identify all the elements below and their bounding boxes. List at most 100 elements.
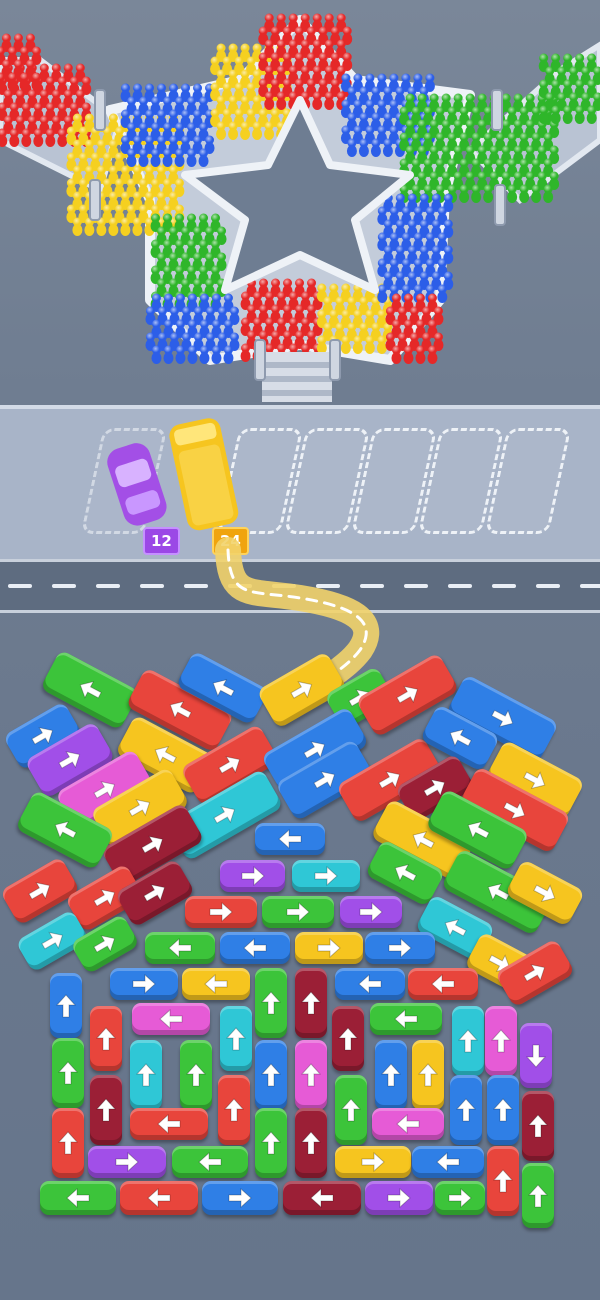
vehicle-blue[interactable]	[365, 932, 435, 964]
vehicle-cyan[interactable]	[130, 1040, 162, 1110]
vehicle-green[interactable]	[172, 1146, 248, 1178]
vehicle-yellow[interactable]	[335, 1146, 411, 1178]
vehicle-green[interactable]	[255, 1108, 287, 1178]
vehicle-red[interactable]	[185, 896, 257, 928]
vehicle-green[interactable]	[335, 1075, 367, 1145]
arrow-left-icon	[394, 863, 417, 882]
vehicle-red[interactable]	[487, 1146, 519, 1216]
arrow-up-icon	[300, 1131, 322, 1155]
person	[57, 128, 68, 147]
arrow-up-icon	[337, 1026, 359, 1050]
vehicle-green[interactable]	[262, 896, 334, 928]
vehicle-red[interactable]	[218, 1075, 250, 1145]
person	[403, 345, 414, 364]
person	[108, 217, 119, 236]
arrow-right-icon	[93, 934, 116, 953]
person	[223, 345, 234, 364]
person	[531, 184, 542, 203]
vehicle-red[interactable]	[90, 1006, 122, 1071]
vehicle-blue[interactable]	[220, 932, 290, 964]
person	[370, 138, 381, 157]
arrow-right-icon	[387, 1187, 411, 1209]
vehicle-yellow[interactable]	[295, 932, 363, 964]
vehicle-purple[interactable]	[340, 896, 402, 928]
vehicle-maroon[interactable]	[90, 1075, 122, 1145]
arrow-left-icon	[278, 828, 302, 850]
vehicle-blue[interactable]	[335, 968, 405, 1000]
arrow-left-icon	[394, 1008, 418, 1030]
vehicle-blue[interactable]	[202, 1181, 278, 1215]
vehicle-maroon[interactable]	[295, 968, 327, 1038]
vehicle-pink[interactable]	[372, 1108, 444, 1140]
person	[216, 121, 227, 140]
person	[264, 91, 275, 110]
vehicle-cyan[interactable]	[220, 1006, 252, 1071]
arrow-left-icon	[66, 1187, 90, 1209]
vehicle-green[interactable]	[52, 1038, 84, 1108]
vehicle-yellow[interactable]	[412, 1040, 444, 1110]
arrow-right-icon	[40, 931, 63, 950]
arrow-up-icon	[260, 1131, 282, 1155]
vehicle-pink[interactable]	[485, 1006, 517, 1076]
vehicle-blue[interactable]	[255, 1040, 287, 1110]
person	[377, 284, 388, 303]
vehicle-red[interactable]	[130, 1108, 208, 1140]
arrow-up-icon	[492, 1169, 514, 1193]
arrow-right-icon	[448, 1187, 472, 1209]
vehicle-red[interactable]	[408, 968, 478, 1000]
vehicle-maroon[interactable]	[522, 1091, 554, 1161]
vehicle-purple[interactable]	[365, 1181, 433, 1215]
vehicle-maroon[interactable]	[283, 1181, 361, 1215]
vehicle-blue[interactable]	[375, 1040, 407, 1110]
arrow-left-icon	[79, 680, 102, 699]
arrow-left-icon	[431, 973, 455, 995]
vehicle-red[interactable]	[52, 1108, 84, 1178]
person	[151, 345, 162, 364]
arrow-left-icon	[358, 973, 382, 995]
person	[376, 335, 387, 354]
vehicle-green[interactable]	[370, 1003, 442, 1035]
arrow-right-icon	[28, 881, 51, 900]
vehicle-blue[interactable]	[412, 1146, 484, 1178]
vehicle-blue[interactable]	[50, 973, 82, 1038]
parked-yellow-bus[interactable]	[160, 415, 250, 535]
vehicle-pink[interactable]	[132, 1003, 210, 1035]
arrow-left-icon	[212, 678, 235, 697]
vehicle-green[interactable]	[435, 1181, 485, 1215]
vehicle-purple[interactable]	[220, 860, 285, 892]
person	[45, 128, 56, 147]
arrow-right-icon	[533, 884, 556, 903]
arrow-up-icon	[225, 1026, 247, 1050]
person	[391, 345, 402, 364]
vehicle-pink[interactable]	[295, 1040, 327, 1110]
vehicle-green[interactable]	[180, 1040, 212, 1110]
vehicle-green[interactable]	[255, 968, 287, 1038]
vehicle-red[interactable]	[120, 1181, 198, 1215]
vehicle-purple[interactable]	[88, 1146, 166, 1178]
vehicle-cyan[interactable]	[452, 1006, 484, 1076]
vehicle-maroon[interactable]	[295, 1108, 327, 1178]
arrow-up-icon	[455, 1098, 477, 1122]
arrow-left-icon	[157, 1113, 181, 1135]
vehicle-blue[interactable]	[450, 1075, 482, 1145]
vehicle-green[interactable]	[40, 1181, 116, 1215]
arrow-left-icon	[467, 820, 490, 839]
vehicle-yellow[interactable]	[182, 968, 250, 1000]
vehicle-green[interactable]	[522, 1163, 554, 1228]
person	[174, 148, 185, 167]
person	[340, 335, 351, 354]
vehicle-maroon[interactable]	[332, 1006, 364, 1071]
arrow-right-icon	[213, 805, 236, 824]
vehicle-blue[interactable]	[255, 823, 325, 855]
vehicle-green[interactable]	[145, 932, 215, 964]
arrow-right-icon	[290, 680, 313, 699]
person	[543, 184, 554, 203]
vehicle-cyan[interactable]	[292, 860, 360, 892]
vehicle-purple[interactable]	[520, 1023, 552, 1088]
arrow-right-icon	[313, 770, 336, 789]
vehicle-blue[interactable]	[487, 1075, 519, 1145]
vehicle-blue[interactable]	[110, 968, 178, 1000]
arrow-up-icon	[95, 1098, 117, 1122]
person	[312, 91, 323, 110]
arrow-left-icon	[444, 918, 467, 937]
